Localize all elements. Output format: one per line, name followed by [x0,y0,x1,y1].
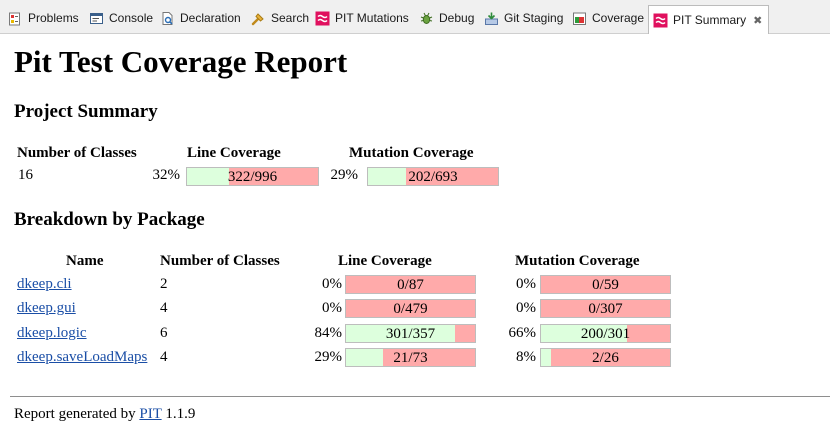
summary-col-classes: Number of Classes [17,145,137,161]
package-mutation-coverage-bar: 200/301 [540,324,671,343]
package-mutation-coverage-bar: 0/307 [540,299,671,318]
tab-pit-mutations[interactable]: PIT Mutations [315,7,409,29]
summary-col-line: Line Coverage [187,145,281,161]
package-line-percent: 0% [322,276,342,292]
debug-icon [419,11,434,26]
summary-mutation-percent: 29% [330,167,359,183]
package-mutation-percent: 0% [516,276,536,292]
package-line-percent: 0% [322,300,342,316]
summary-classes-value: 16 [18,167,33,183]
package-line-coverage-bar: 21/73 [345,348,476,367]
breakdown-heading: Breakdown by Package [14,209,205,230]
summary-line-coverage-bar: 322/996 [186,167,319,186]
package-line-coverage-bar: 301/357 [345,324,476,343]
git-staging-icon [484,11,499,26]
package-classes: 6 [160,325,168,341]
tab-label: Declaration [180,11,241,25]
coverage-ratio: 0/87 [397,277,424,293]
problems-icon [8,11,23,26]
package-mutation-percent: 8% [516,349,536,365]
package-line-percent: 84% [314,325,343,341]
close-icon[interactable]: ✖ [753,14,762,27]
package-mutation-coverage-bar: 0/59 [540,275,671,294]
package-mutation-percent: 0% [516,300,536,316]
package-classes: 4 [160,300,168,316]
tab-label: PIT Mutations [335,11,409,25]
coverage-ratio: 0/307 [588,301,623,317]
package-classes: 4 [160,349,168,365]
package-line-percent: 29% [314,349,343,365]
summary-mutation-coverage-bar: 202/693 [367,167,499,186]
package-mutation-coverage-bar: 2/26 [540,348,671,367]
tab-label: Problems [28,11,79,25]
project-summary-heading: Project Summary [14,101,158,122]
tab-label: Git Staging [504,11,564,25]
tab-pit-summary[interactable]: PIT Summary ✖ [648,5,770,34]
tab-problems[interactable]: Problems [8,7,79,29]
footer-divider [10,396,830,397]
summary-line-percent: 32% [152,167,181,183]
summary-col-mutation: Mutation Coverage [349,145,474,161]
breakdown-col-name: Name [66,253,104,269]
footer-version: 1.1.9 [165,406,196,422]
coverage-ratio: 0/479 [393,301,428,317]
breakdown-col-mutation: Mutation Coverage [515,253,640,269]
package-link[interactable]: dkeep.logic [17,325,87,342]
package-link[interactable]: dkeep.cli [17,276,72,293]
declaration-icon [160,11,175,26]
package-mutation-percent: 66% [508,325,537,341]
tab-coverage[interactable]: Coverage [572,7,644,29]
tab-git-staging[interactable]: Git Staging [484,7,563,29]
footer-prefix: Report generated by [14,406,136,422]
tab-label: Coverage [592,11,645,25]
tab-debug[interactable]: Debug [419,7,474,29]
view-tab-bar: Problems Console Declaration Search PIT … [0,0,830,34]
pit-icon [653,13,668,28]
coverage-ratio: 322/996 [227,169,278,185]
tab-label: Debug [439,11,475,25]
search-icon [251,11,266,26]
package-line-coverage-bar: 0/87 [345,275,476,294]
coverage-ratio: 202/693 [408,169,458,185]
console-icon [89,11,104,26]
package-classes: 2 [160,276,168,292]
pit-icon [315,11,330,26]
report-footer: Report generated by PIT 1.1.9 [14,406,195,423]
package-link[interactable]: dkeep.gui [17,300,76,317]
tab-label: PIT Summary [673,13,747,27]
coverage-ratio: 2/26 [592,350,619,366]
coverage-ratio: 301/357 [385,326,436,342]
package-link[interactable]: dkeep.saveLoadMaps [17,349,147,366]
tab-search[interactable]: Search [251,7,309,29]
pit-link[interactable]: PIT [139,406,161,422]
page-title: Pit Test Coverage Report [14,44,348,79]
breakdown-col-classes: Number of Classes [160,253,280,269]
tab-declaration[interactable]: Declaration [160,7,241,29]
coverage-ratio: 21/73 [393,350,428,366]
coverage-ratio: 0/59 [592,277,619,293]
package-line-coverage-bar: 0/479 [345,299,476,318]
breakdown-col-line: Line Coverage [338,253,432,269]
tab-label: Console [109,11,154,25]
tab-label: Search [271,11,310,25]
coverage-icon [572,11,587,26]
coverage-ratio: 200/301 [580,326,631,342]
tab-console[interactable]: Console [89,7,153,29]
